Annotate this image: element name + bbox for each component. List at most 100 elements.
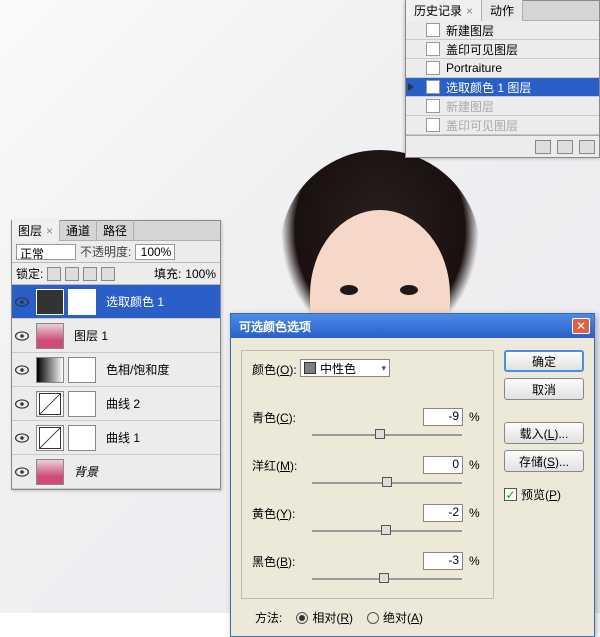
- tab-label: 路径: [103, 224, 127, 238]
- layer-options-row: 正常 不透明度: 100%: [12, 241, 220, 263]
- eye-icon: [15, 297, 29, 307]
- preview-checkbox-row: ✓ 预览(P): [504, 486, 584, 503]
- method-absolute-option[interactable]: 绝对(A): [367, 609, 423, 626]
- cyan-value: -9: [448, 409, 459, 423]
- visibility-toggle[interactable]: [12, 399, 32, 409]
- layers-rows: 选取颜色 1 图层 1 色相/饱和度 曲线 2 曲线 1 背景: [12, 285, 220, 489]
- layer-row[interactable]: 曲线 1: [12, 421, 220, 455]
- slider-knob[interactable]: [375, 429, 385, 439]
- mask-thumb: [68, 391, 96, 417]
- fill-label: 填充:: [154, 265, 181, 282]
- opacity-input[interactable]: 100%: [135, 244, 175, 260]
- colors-value: 中性色: [320, 360, 356, 377]
- history-label: 盖印可见图层: [446, 41, 518, 58]
- history-label: 选取颜色 1 图层: [446, 79, 531, 96]
- visibility-toggle[interactable]: [12, 331, 32, 341]
- yellow-input[interactable]: -2: [423, 504, 463, 522]
- close-icon[interactable]: ×: [466, 4, 473, 18]
- filter-icon: [426, 61, 440, 75]
- history-label: Portraiture: [446, 61, 502, 75]
- tab-layers[interactable]: 图层 ×: [12, 220, 60, 241]
- mask-thumb: [68, 357, 96, 383]
- percent-label: %: [469, 410, 483, 424]
- load-button[interactable]: 载入(L)...: [504, 422, 584, 444]
- ok-button[interactable]: 确定: [504, 350, 584, 372]
- layer-lock-row: 锁定: 填充: 100%: [12, 263, 220, 285]
- history-row[interactable]: 盖印可见图层: [406, 40, 599, 59]
- layer-row[interactable]: 选取颜色 1: [12, 285, 220, 319]
- tab-history[interactable]: 历史记录×: [406, 0, 482, 21]
- lock-paint-icon[interactable]: [65, 267, 79, 281]
- close-icon[interactable]: ×: [46, 224, 53, 238]
- close-button[interactable]: ✕: [572, 318, 590, 334]
- history-row[interactable]: 新建图层: [406, 21, 599, 40]
- tab-label: 图层: [18, 224, 42, 238]
- magenta-value: 0: [452, 457, 459, 471]
- history-footer: [406, 135, 599, 157]
- cancel-button[interactable]: 取消: [504, 378, 584, 400]
- layer-icon: [426, 99, 440, 113]
- visibility-toggle[interactable]: [12, 433, 32, 443]
- new-doc-icon[interactable]: [557, 140, 573, 154]
- colors-legend: 颜色(O): 中性色 ▾: [252, 359, 483, 378]
- lock-move-icon[interactable]: [83, 267, 97, 281]
- history-row[interactable]: 盖印可见图层: [406, 116, 599, 135]
- radio-label: 绝对(A): [383, 609, 423, 626]
- yellow-slider[interactable]: [312, 524, 462, 538]
- tab-actions[interactable]: 动作: [482, 0, 523, 21]
- opacity-label: 不透明度:: [80, 243, 131, 260]
- layer-row[interactable]: 背景: [12, 455, 220, 489]
- magenta-input[interactable]: 0: [423, 456, 463, 474]
- color-swatch-icon: [304, 362, 316, 374]
- history-row[interactable]: Portraiture: [406, 59, 599, 78]
- black-input[interactable]: -3: [423, 552, 463, 570]
- fill-input[interactable]: 100%: [185, 267, 216, 281]
- tab-paths[interactable]: 路径: [97, 220, 134, 241]
- history-label: 盖印可见图层: [446, 117, 518, 134]
- yellow-label: 黄色(Y):: [252, 505, 312, 522]
- visibility-toggle[interactable]: [12, 365, 32, 375]
- trash-icon[interactable]: [579, 140, 595, 154]
- colors-select[interactable]: 中性色 ▾: [300, 359, 390, 377]
- layer-row[interactable]: 色相/饱和度: [12, 353, 220, 387]
- visibility-toggle[interactable]: [12, 467, 32, 477]
- colors-label: 颜色(O):: [252, 363, 297, 377]
- percent-label: %: [469, 458, 483, 472]
- lock-trans-icon[interactable]: [47, 267, 61, 281]
- layer-thumb: [36, 323, 64, 349]
- history-row[interactable]: 选取颜色 1 图层: [406, 78, 599, 97]
- slider-knob[interactable]: [382, 477, 392, 487]
- layer-row[interactable]: 图层 1: [12, 319, 220, 353]
- magenta-slider[interactable]: [312, 476, 462, 490]
- stamp-icon: [426, 118, 440, 132]
- layer-name: 曲线 2: [100, 395, 220, 412]
- eye-icon: [15, 331, 29, 341]
- opacity-value: 100%: [141, 245, 172, 259]
- lock-all-icon[interactable]: [101, 267, 115, 281]
- mask-thumb: [68, 425, 96, 451]
- preview-checkbox[interactable]: ✓: [504, 488, 517, 501]
- cyan-slider[interactable]: [312, 428, 462, 442]
- black-slider[interactable]: [312, 572, 462, 586]
- history-rows: 新建图层 盖印可见图层 Portraiture 选取颜色 1 图层 新建图层 盖…: [406, 21, 599, 135]
- eye-icon: [15, 399, 29, 409]
- tab-channels[interactable]: 通道: [60, 220, 97, 241]
- visibility-toggle[interactable]: [12, 297, 32, 307]
- selective-color-dialog: 可选颜色选项 ✕ 颜色(O): 中性色 ▾ 青色(C): -9 % 洋红: [230, 313, 595, 637]
- layer-icon: [426, 23, 440, 37]
- snapshot-icon[interactable]: [535, 140, 551, 154]
- close-icon: ✕: [576, 319, 586, 333]
- button-label: 载入(L)...: [520, 425, 569, 442]
- cyan-input[interactable]: -9: [423, 408, 463, 426]
- eye-icon: [15, 365, 29, 375]
- blend-mode-select[interactable]: 正常: [16, 244, 76, 260]
- dialog-titlebar[interactable]: 可选颜色选项 ✕: [231, 314, 594, 338]
- save-button[interactable]: 存储(S)...: [504, 450, 584, 472]
- slider-knob[interactable]: [381, 525, 391, 535]
- method-relative-option[interactable]: 相对(R): [296, 609, 353, 626]
- layer-row[interactable]: 曲线 2: [12, 387, 220, 421]
- slider-knob[interactable]: [379, 573, 389, 583]
- history-row[interactable]: 新建图层: [406, 97, 599, 116]
- layer-icon: [426, 80, 440, 94]
- black-value: -3: [448, 553, 459, 567]
